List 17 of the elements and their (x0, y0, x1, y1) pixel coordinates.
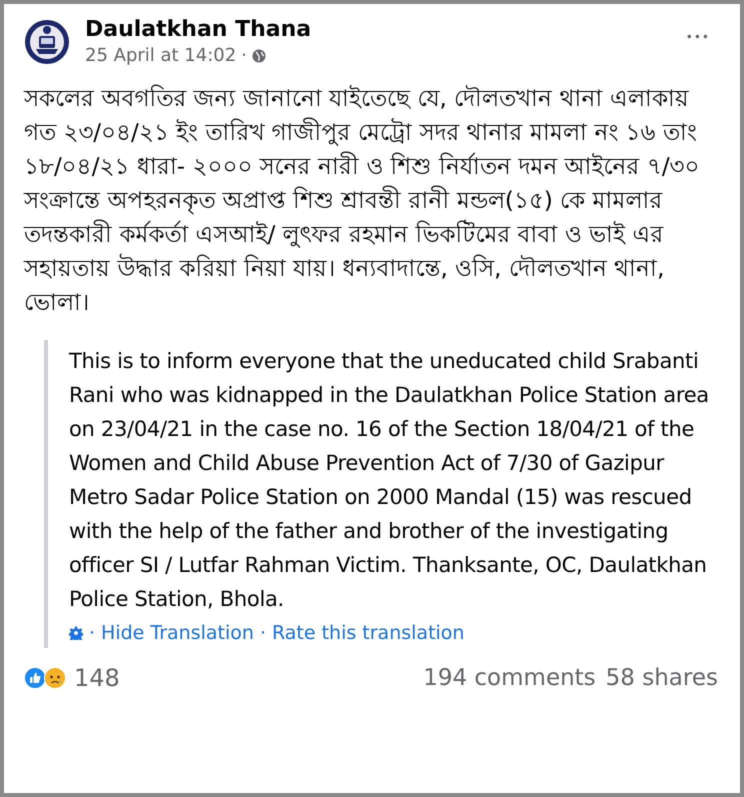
author-name[interactable]: Daulatkhan Thana (85, 16, 312, 44)
sad-reaction-icon[interactable] (44, 667, 66, 689)
post-text: সকলের অবগতির জন্য জানানো যাইতেছে যে, দৌলতখান থানা এলাকায় গত ২৩/০৪/২১ ইং তারিখ গাজীপুর মেট্রো সদর থানার মামলা নং ১৬ তাং ১৮/০৪/২১ ধারা- ২০০০ সনের নারী ও শিশু নির্যাতন দমন আইনের ৭/৩০ সংক্রান্তে অপহরনকৃত অপ্রাপ্ত শিশু শ্রাবন্তী রানী মন্ডল(১৫) কে মামলার তদন্তকারী কর্মকর্তা এসআই/ লুৎফর রহমান ভিকটিমের বাবা ও ভাই এর সহায়তায় উদ্ধার করিয়া নিয়া যায়। ধন্যবাদান্তে, ওসি, দৌলতখান থানা, ভোলা। (24, 84, 701, 318)
comments-count[interactable]: 194 comments (423, 665, 596, 691)
translated-text: This is to inform everyone that the uneducated child Srabanti Rani who was kidnapped in the Daulatkhan Police Station area on 23/04/21 in the case no. 16 of the Section 18/04/21 of the Women and Child Abuse Prevention Act of 7/30 of Gazipur Metro Sadar Police Station on 2000 Mandal (15) was rescued with the help of the father and brother of the investigating officer SI / Lutfar Rahman Victim. Thanksante, OC, Daulatkhan Police Station, Bhola. (69, 348, 710, 613)
globe-icon (252, 49, 266, 63)
separator-dot: · (260, 622, 266, 644)
separator-dot: · (89, 622, 96, 644)
translation-link[interactable]: Rate this translation (272, 622, 464, 644)
translation-link[interactable]: Hide Translation (101, 622, 254, 644)
separator-dot: · (241, 44, 247, 68)
settings-icon[interactable] (69, 626, 83, 640)
timestamp[interactable]: 25 April at 14:02 (85, 44, 236, 68)
police-emblem-avatar-icon[interactable] (24, 19, 70, 65)
shares-count[interactable]: 58 shares (606, 665, 718, 691)
more-options-button[interactable]: ••• (686, 16, 718, 44)
reaction-count[interactable]: 148 (74, 664, 120, 692)
